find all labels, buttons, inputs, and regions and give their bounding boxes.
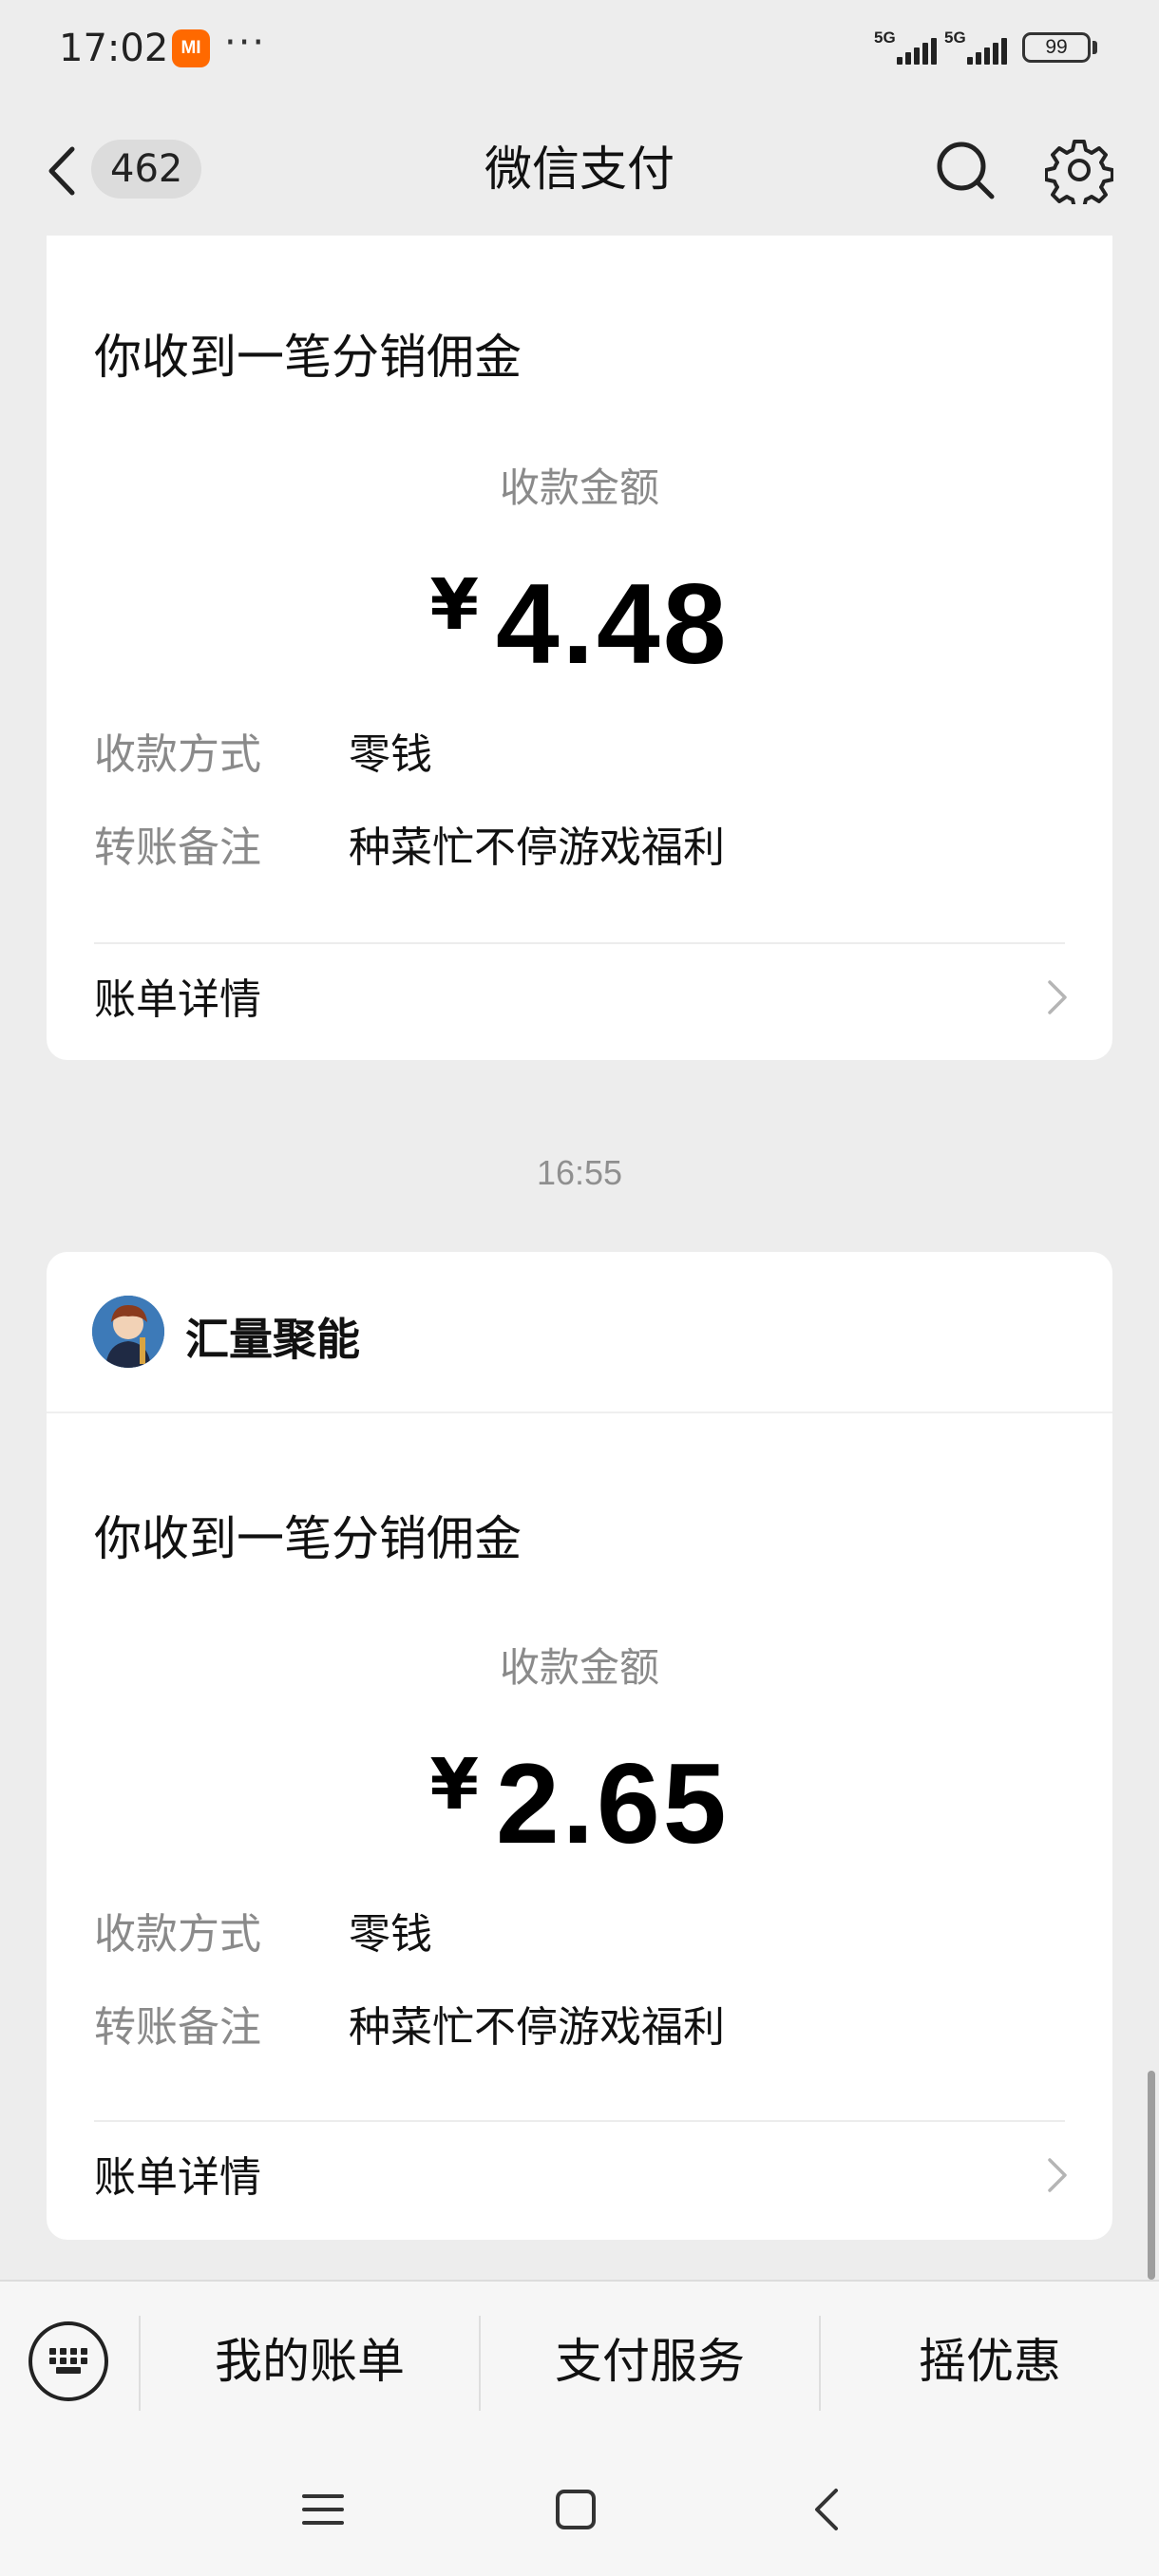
mi-brand-icon: MI: [172, 29, 210, 67]
scrollbar[interactable]: [1148, 2071, 1155, 2280]
payment-method-label: 收款方式: [94, 730, 261, 779]
message-title: 你收到一笔分销佣金: [94, 1511, 522, 1566]
menu-my-bills[interactable]: 我的账单: [141, 2323, 479, 2399]
sender-row[interactable]: 汇量聚能: [47, 1252, 1112, 1413]
payment-method-value: 零钱: [349, 730, 432, 779]
transfer-note-label: 转账备注: [94, 824, 261, 872]
sender-name: 汇量聚能: [185, 1314, 360, 1365]
signal-icon-1: 5G: [874, 28, 937, 66]
payment-message-card[interactable]: 你收到一笔分销佣金 收款金额 ¥4.48 收款方式 零钱 转账备注 种菜忙不停游…: [47, 236, 1112, 1060]
chevron-right-icon: [1048, 2158, 1067, 2192]
search-icon[interactable]: [931, 136, 999, 204]
bill-details-link[interactable]: 账单详情: [47, 944, 1112, 1049]
chevron-right-icon: [1048, 980, 1067, 1014]
transfer-note-label: 转账备注: [94, 2003, 261, 2052]
message-timestamp: 16:55: [536, 1153, 623, 1192]
signal-icon-2: 5G: [944, 28, 1007, 66]
transfer-note-value: 种菜忙不停游戏福利: [349, 824, 725, 872]
system-nav-bar: [0, 2443, 1159, 2576]
currency-symbol: ¥: [429, 1744, 479, 1826]
amount-value: ¥4.48: [47, 559, 1112, 690]
avatar: [92, 1296, 164, 1368]
keyboard-toggle-button[interactable]: [28, 2321, 108, 2401]
bill-details-label: 账单详情: [94, 975, 261, 1024]
amount-number: 2.65: [495, 1740, 730, 1867]
menu-payment-services[interactable]: 支付服务: [481, 2323, 819, 2399]
payment-method-value: 零钱: [349, 1910, 432, 1959]
home-icon[interactable]: [547, 2481, 604, 2538]
nav-bar: 462 微信支付: [0, 100, 1159, 237]
payment-method-label: 收款方式: [94, 1910, 261, 1959]
battery-icon: 99: [1022, 32, 1091, 63]
status-bar: 17:02 MI ··· 5G 5G 99: [0, 0, 1159, 100]
bottom-menu: 我的账单 支付服务 摇优惠: [0, 2280, 1159, 2445]
status-overflow-dots: ···: [224, 21, 267, 65]
amount-value: ¥2.65: [47, 1738, 1112, 1869]
transfer-note-value: 种菜忙不停游戏福利: [349, 2003, 725, 2052]
battery-tip: [1092, 41, 1097, 54]
menu-icon[interactable]: [294, 2481, 352, 2538]
bill-details-label: 账单详情: [94, 2153, 261, 2202]
bill-details-link[interactable]: 账单详情: [47, 2122, 1112, 2226]
currency-symbol: ¥: [429, 564, 479, 646]
status-time: 17:02: [59, 27, 169, 70]
message-title: 你收到一笔分销佣金: [94, 330, 522, 385]
amount-number: 4.48: [495, 560, 730, 688]
amount-label: 收款金额: [499, 464, 659, 511]
gear-icon[interactable]: [1045, 136, 1113, 204]
menu-shake-offers[interactable]: 摇优惠: [821, 2323, 1159, 2399]
back-nav-icon[interactable]: [800, 2481, 857, 2538]
amount-label: 收款金额: [499, 1644, 659, 1691]
payment-message-card[interactable]: 汇量聚能 你收到一笔分销佣金 收款金额 ¥2.65 收款方式 零钱 转账备注 种…: [47, 1252, 1112, 2240]
